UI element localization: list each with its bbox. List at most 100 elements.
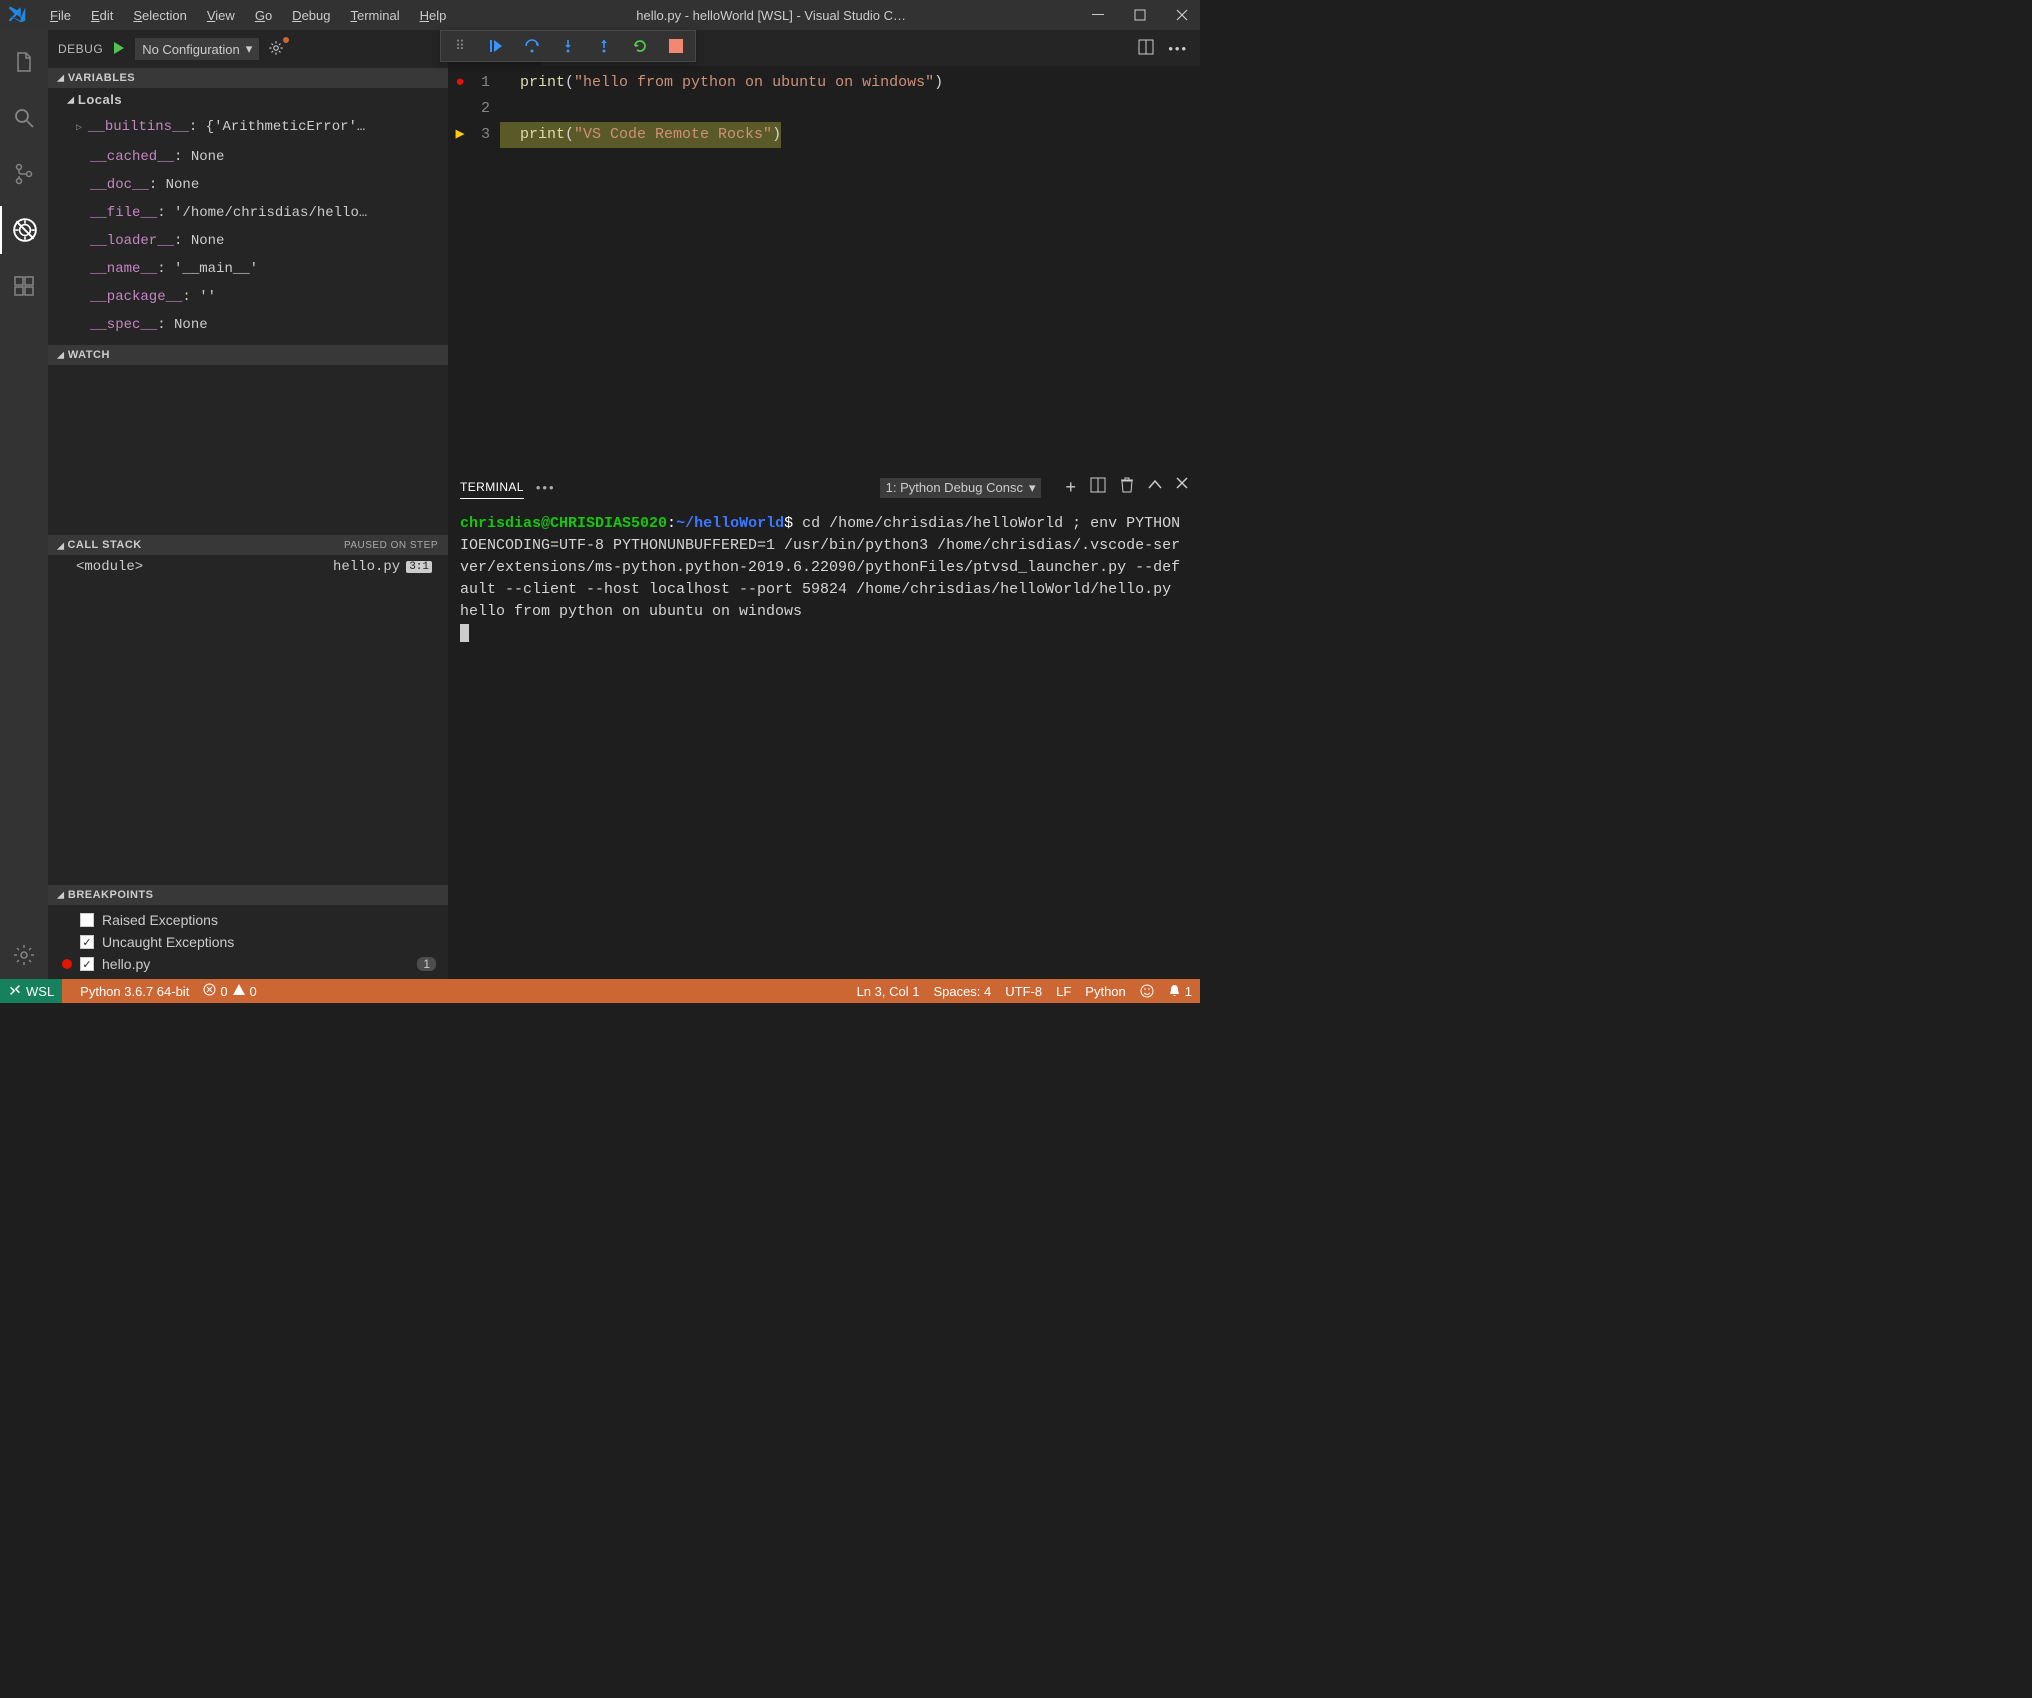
python-interpreter[interactable]: Python 3.6.7 64-bit xyxy=(80,984,189,999)
checkbox[interactable] xyxy=(80,913,94,927)
cursor-position[interactable]: Ln 3, Col 1 xyxy=(857,984,920,999)
menu-go[interactable]: Go xyxy=(247,4,280,27)
callstack-frame[interactable]: <module> hello.py 3:1 xyxy=(48,555,448,579)
code-editor[interactable]: ●1print("hello from python on ubuntu on … xyxy=(448,66,1200,469)
breakpoints-section-header[interactable]: ◢ BREAKPOINTS xyxy=(48,885,448,905)
callstack-section-header[interactable]: ◢ CALL STACK PAUSED ON STEP xyxy=(48,535,448,555)
scm-icon[interactable] xyxy=(0,150,48,198)
debug-config-label: No Configuration xyxy=(142,42,240,57)
settings-gear-icon[interactable] xyxy=(0,931,48,979)
variable-row[interactable]: __file__: '/home/chrisdias/hello… xyxy=(76,199,448,227)
drag-handle-icon[interactable]: ⠿ xyxy=(449,35,471,57)
breakpoint-glyph-icon[interactable]: ● xyxy=(455,74,464,91)
activity-bar xyxy=(0,30,48,979)
debug-sidebar-toolbar: DEBUG No Configuration ▾ xyxy=(48,30,448,68)
breakpoint-row[interactable]: ✓ hello.py 1 xyxy=(48,953,448,975)
terminal-panel: TERMINAL ••• 1: Python Debug Consc ▾ + c… xyxy=(448,469,1200,979)
watch-section-header[interactable]: ◢ WATCH xyxy=(48,345,448,365)
step-into-icon[interactable] xyxy=(557,35,579,57)
step-over-icon[interactable] xyxy=(521,35,543,57)
terminal-body[interactable]: chrisdias@CHRISDIAS5020:~/helloWorld$ cd… xyxy=(448,505,1200,979)
terminal-select-label: 1: Python Debug Consc xyxy=(886,480,1023,495)
debug-config-select[interactable]: No Configuration ▾ xyxy=(135,38,259,60)
count-badge: 1 xyxy=(417,957,436,971)
chevron-down-icon: ▾ xyxy=(1029,480,1036,496)
vscode-logo-icon xyxy=(8,5,26,26)
close-button[interactable] xyxy=(1172,5,1192,25)
continue-icon[interactable] xyxy=(485,35,507,57)
language-mode[interactable]: Python xyxy=(1085,984,1125,999)
variable-row[interactable]: __cached__: None xyxy=(76,143,448,171)
more-actions-icon[interactable]: ••• xyxy=(1168,41,1188,56)
window-controls xyxy=(1088,5,1192,25)
more-panel-icon[interactable]: ••• xyxy=(536,480,556,495)
encoding[interactable]: UTF-8 xyxy=(1005,984,1042,999)
variable-row[interactable]: __name__: '__main__' xyxy=(76,255,448,283)
problems-indicator[interactable]: 0 0 xyxy=(203,983,256,999)
watch-body[interactable] xyxy=(48,365,448,535)
eol[interactable]: LF xyxy=(1056,984,1071,999)
remote-label: WSL xyxy=(26,984,54,999)
step-out-icon[interactable] xyxy=(593,35,615,57)
debug-sidebar: DEBUG No Configuration ▾ ◢ VARIABLES ◢ L… xyxy=(48,30,448,979)
variable-row[interactable]: __package__: '' xyxy=(76,283,448,311)
title-bar: FileEditSelectionViewGoDebugTerminalHelp… xyxy=(0,0,1200,30)
checkbox[interactable]: ✓ xyxy=(80,935,94,949)
terminal-cursor xyxy=(460,624,469,642)
debug-toolbar[interactable]: ⠿ xyxy=(440,30,696,62)
checkbox[interactable]: ✓ xyxy=(80,957,94,971)
split-editor-icon[interactable] xyxy=(1138,39,1154,58)
frame-pos: 3:1 xyxy=(406,561,432,573)
menu-file[interactable]: File xyxy=(42,4,79,27)
editor-area: hello.py ••• ●1print("hello from python … xyxy=(448,30,1200,979)
maximize-button[interactable] xyxy=(1130,5,1150,25)
error-icon xyxy=(203,983,216,999)
maximize-panel-icon[interactable] xyxy=(1148,477,1162,498)
breakpoint-row[interactable]: ✓Uncaught Exceptions xyxy=(48,931,448,953)
menu-help[interactable]: Help xyxy=(412,4,455,27)
minimize-button[interactable] xyxy=(1088,5,1108,25)
breakpoint-label: hello.py xyxy=(102,956,150,972)
menu-terminal[interactable]: Terminal xyxy=(342,4,407,27)
window-title: hello.py - helloWorld [WSL] - Visual Stu… xyxy=(474,8,1068,23)
paused-status: PAUSED ON STEP xyxy=(344,540,438,551)
menu-debug[interactable]: Debug xyxy=(284,4,338,27)
editor-actions: ••• xyxy=(1126,30,1200,66)
variable-row[interactable]: ▷__builtins__: {'ArithmeticError'… xyxy=(76,113,448,143)
callstack-body-spacer xyxy=(48,579,448,885)
current-line-icon: ▶ xyxy=(455,126,464,143)
debug-settings-gear-icon[interactable] xyxy=(267,39,285,60)
locals-scope-header[interactable]: ◢ Locals xyxy=(48,88,448,111)
trash-icon[interactable] xyxy=(1120,477,1134,498)
breakpoint-label: Raised Exceptions xyxy=(102,912,218,928)
remote-indicator[interactable]: WSL xyxy=(0,979,62,1003)
new-terminal-icon[interactable]: + xyxy=(1065,477,1076,498)
indentation[interactable]: Spaces: 4 xyxy=(933,984,991,999)
terminal-select[interactable]: 1: Python Debug Consc ▾ xyxy=(880,478,1042,498)
variables-list: ▷__builtins__: {'ArithmeticError'…__cach… xyxy=(48,111,448,345)
close-panel-icon[interactable] xyxy=(1176,477,1188,498)
split-terminal-icon[interactable] xyxy=(1090,477,1106,498)
stop-icon[interactable] xyxy=(665,35,687,57)
menu-view[interactable]: View xyxy=(199,4,243,27)
menu-edit[interactable]: Edit xyxy=(83,4,121,27)
variable-row[interactable]: __loader__: None xyxy=(76,227,448,255)
variables-section-header[interactable]: ◢ VARIABLES xyxy=(48,68,448,88)
menu-selection[interactable]: Selection xyxy=(125,4,194,27)
notifications-icon[interactable]: 1 xyxy=(1168,984,1192,999)
feedback-icon[interactable] xyxy=(1140,984,1154,998)
breakpoint-row[interactable]: Raised Exceptions xyxy=(48,909,448,931)
frame-file: hello.py xyxy=(333,559,400,575)
frame-name: <module> xyxy=(76,559,143,575)
warning-icon xyxy=(232,983,246,999)
explorer-icon[interactable] xyxy=(0,38,48,86)
debug-icon[interactable] xyxy=(0,206,48,254)
variable-row[interactable]: __spec__: None xyxy=(76,311,448,339)
start-debug-icon[interactable] xyxy=(111,40,127,59)
search-icon[interactable] xyxy=(0,94,48,142)
variable-row[interactable]: __doc__: None xyxy=(76,171,448,199)
restart-icon[interactable] xyxy=(629,35,651,57)
terminal-tab[interactable]: TERMINAL xyxy=(460,476,524,499)
extensions-icon[interactable] xyxy=(0,262,48,310)
panel-header: TERMINAL ••• 1: Python Debug Consc ▾ + xyxy=(448,470,1200,505)
